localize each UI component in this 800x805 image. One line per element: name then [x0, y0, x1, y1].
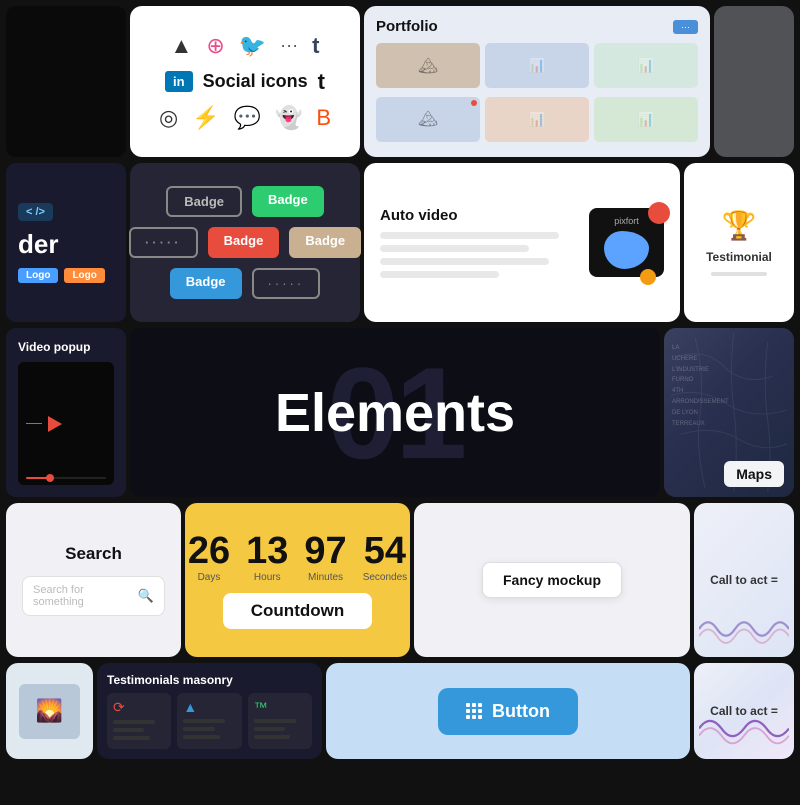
icon-tumblr: t	[312, 33, 319, 59]
testimonials-masonry-cell: Testimonials masonry ⟳ ▲ ™	[97, 663, 322, 759]
countdown-seconds: 54 Secondes	[363, 532, 407, 583]
video-popup-cell: Video popup	[6, 328, 126, 497]
fancy-mockup-cell: Fancy mockup	[414, 503, 690, 657]
badge-red[interactable]: Badge	[208, 227, 280, 258]
bottom-left-cell: 🌄	[6, 663, 93, 759]
call-to-act-label-row5: Call to act =	[704, 704, 784, 718]
icon-snapchat: 👻	[275, 105, 302, 131]
testimonials-masonry-title: Testimonials masonry	[107, 673, 312, 687]
search-input[interactable]: Search for something 🔍	[22, 576, 165, 616]
countdown-minutes: 97 Minutes	[304, 532, 346, 583]
logo-slider-cell: < /> der Logo Logo	[6, 163, 126, 322]
button-label: Button	[492, 701, 550, 722]
social-icons-label: Social icons	[203, 71, 308, 92]
maps-label: Maps	[724, 461, 784, 487]
slider-der-text: der	[18, 229, 58, 260]
grid-icon	[466, 703, 482, 719]
pixfort-blob	[604, 231, 649, 269]
red-circle-decor	[648, 202, 670, 224]
icon-blogger: B	[316, 105, 331, 131]
portfolio-thumb-1: 🏔	[376, 43, 480, 88]
countdown-cell: 26 Days 13 Hours 97 Minutes 54 Secondes …	[185, 503, 410, 657]
icon-deviantart: ⚡	[192, 105, 219, 131]
search-icon[interactable]: 🔍	[138, 588, 154, 604]
video-popup-label: Video popup	[18, 340, 114, 354]
icon-twitter: 🐦	[239, 33, 266, 59]
portfolio-thumb-4: 🏔	[376, 97, 480, 142]
yellow-circle-decor	[640, 269, 656, 285]
wavy-decoration	[699, 611, 789, 647]
t-card-2: ▲	[177, 693, 241, 749]
icon-whatsapp: 💬	[234, 105, 261, 131]
search-cell: Search Search for something 🔍	[6, 503, 181, 657]
auto-video-title: Auto video	[380, 207, 579, 224]
countdown-days: 26 Days	[188, 532, 230, 583]
maps-cell[interactable]: LAUCHEREL'INDUSTRIEFURNO4THARRONDISSEMEN…	[664, 328, 794, 497]
search-title: Search	[65, 544, 122, 564]
portfolio-thumb-2: 📊	[485, 43, 589, 88]
elements-title: Elements	[275, 382, 515, 444]
video-player[interactable]	[18, 362, 114, 485]
testimonial-label: Testimonial	[706, 250, 772, 264]
badge-dots[interactable]: ·····	[129, 227, 198, 258]
award-icon: 🏆	[722, 209, 757, 242]
countdown-label: Countdown	[223, 593, 372, 629]
badge-outline-1[interactable]: Badge	[166, 186, 242, 217]
social-icons-cell: ▲ ⊕ 🐦 ··· t in Social icons t ◎ ⚡ 💬 👻 B	[130, 6, 360, 157]
icon-flickr: ···	[280, 35, 298, 56]
icon-dribbble: ⊕	[206, 33, 224, 59]
badge-blue[interactable]: Badge	[170, 268, 242, 299]
badge-tan[interactable]: Badge	[289, 227, 361, 258]
button-cell: Button	[326, 663, 690, 759]
icon-triangle: ▲	[171, 33, 193, 59]
portfolio-cell: Portfolio ··· 🏔 📊 📊 🏔 📊	[364, 6, 710, 157]
search-placeholder-text: Search for something	[33, 584, 132, 608]
auto-video-cell: Auto video pixfort	[364, 163, 680, 322]
portfolio-thumb-5: 📊	[485, 97, 589, 142]
linkedin-badge: in	[165, 71, 193, 92]
icon-tiktok: t	[318, 69, 325, 95]
portfolio-thumb-3: 📊	[594, 43, 698, 88]
call-to-act-partial: Call to act =	[694, 503, 794, 657]
logo-badge-2: Logo	[64, 268, 104, 283]
row1-right-partial	[714, 6, 794, 157]
countdown-hours: 13 Hours	[246, 532, 288, 583]
elements-center: 01 Elements	[130, 328, 660, 497]
portfolio-thumb-6: 📊	[594, 97, 698, 142]
code-badge: < />	[18, 203, 53, 221]
badges-cell: Badge Badge ····· Badge Badge Badge ····…	[130, 163, 360, 322]
t-card-3: ™	[248, 693, 312, 749]
logo-badge-1: Logo	[18, 268, 58, 283]
icon-camera: ◎	[159, 105, 178, 131]
badge-dots-2[interactable]: ·····	[252, 268, 321, 299]
portfolio-title: Portfolio	[376, 18, 438, 35]
call-to-act-label-row4: Call to act =	[704, 573, 784, 587]
pixfort-label: pixfort	[614, 216, 639, 226]
big-button[interactable]: Button	[438, 688, 578, 735]
call-to-act-bottom: Call to act =	[694, 663, 794, 759]
portfolio-filter-btn[interactable]: ···	[673, 20, 698, 34]
fancy-mockup-btn[interactable]: Fancy mockup	[482, 562, 622, 598]
testimonial-cell: 🏆 Testimonial	[684, 163, 794, 322]
t-card-1: ⟳	[107, 693, 171, 749]
dark-video-cell	[6, 6, 126, 157]
badge-green[interactable]: Badge	[252, 186, 324, 217]
